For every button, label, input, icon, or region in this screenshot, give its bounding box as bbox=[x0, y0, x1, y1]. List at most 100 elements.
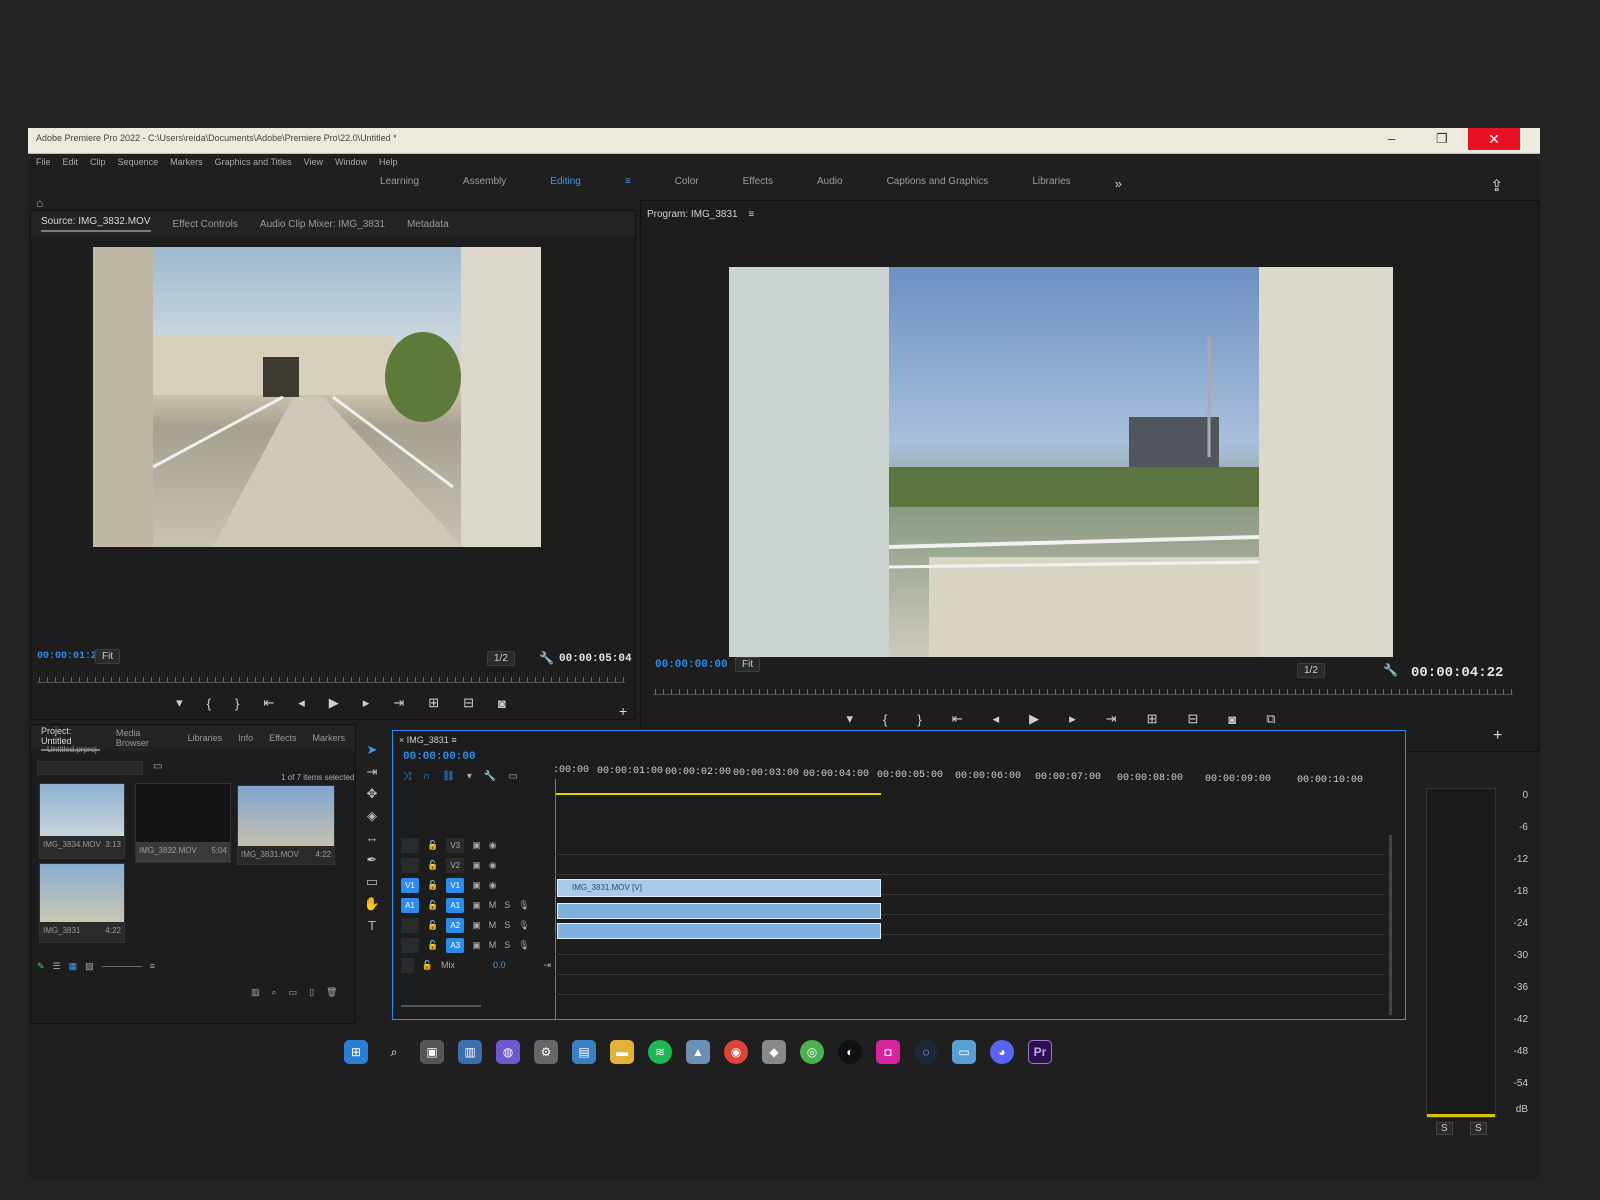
widgets-icon[interactable]: ▥ bbox=[458, 1040, 482, 1064]
mute-icon[interactable]: M bbox=[489, 920, 497, 930]
mic-icon[interactable]: 🎙 bbox=[518, 920, 529, 931]
project-item[interactable]: IMG_3834.MOV 3:13 bbox=[39, 783, 125, 859]
timeline-menu-icon[interactable]: ≡ bbox=[451, 735, 456, 745]
source-resolution-select[interactable]: 1/2 bbox=[487, 651, 515, 666]
workspace-overflow-icon[interactable]: » bbox=[1115, 176, 1122, 191]
mute-icon[interactable]: M bbox=[489, 940, 497, 950]
timeline-timecode[interactable]: 00:00:00:00 bbox=[403, 751, 476, 763]
chat-icon[interactable]: ◍ bbox=[496, 1040, 520, 1064]
trash-icon[interactable]: 🗑 bbox=[326, 987, 337, 998]
pen-tool-icon[interactable]: ✒ bbox=[362, 850, 382, 870]
chrome-icon[interactable]: ◉ bbox=[724, 1040, 748, 1064]
menu-sequence[interactable]: Sequence bbox=[118, 157, 159, 167]
work-area-bar[interactable] bbox=[555, 793, 881, 795]
track-target[interactable]: A2 bbox=[446, 917, 465, 933]
tab-audio-clip-mixer[interactable]: Audio Clip Mixer: IMG_3831 bbox=[260, 219, 385, 230]
project-item[interactable]: IMG_3831 4:22 bbox=[39, 863, 125, 943]
workspace-learning[interactable]: Learning bbox=[380, 176, 419, 191]
list-view-icon[interactable]: ☰ bbox=[53, 961, 61, 972]
freeform-view-icon[interactable]: ▨ bbox=[85, 961, 94, 972]
project-search-input[interactable] bbox=[37, 761, 143, 775]
compare-icon[interactable]: ⧉ bbox=[1266, 711, 1275, 727]
linked-selection-icon[interactable]: ⛓ bbox=[442, 771, 455, 782]
slip-tool-icon[interactable]: ↔ bbox=[362, 828, 382, 848]
zoom-slider[interactable] bbox=[101, 961, 142, 967]
tab-libraries[interactable]: Libraries bbox=[188, 733, 223, 743]
mark-out-icon[interactable]: } bbox=[917, 712, 921, 727]
hamburger-icon[interactable]: ≡ bbox=[625, 176, 631, 191]
lock-icon[interactable]: 🔓 bbox=[422, 960, 433, 971]
timeline-ruler[interactable]: :00:00 00:00:01:00 00:00:02:00 00:00:03:… bbox=[553, 765, 1383, 795]
track-target[interactable]: A3 bbox=[446, 937, 465, 953]
workspace-assembly[interactable]: Assembly bbox=[463, 176, 506, 191]
program-add-button[interactable]: + bbox=[1493, 727, 1502, 745]
goto-out-icon[interactable]: ⇥ bbox=[393, 695, 404, 711]
menu-graphics[interactable]: Graphics and Titles bbox=[215, 157, 292, 167]
step-back-icon[interactable]: ◂ bbox=[298, 695, 305, 711]
extract-icon[interactable]: ⊟ bbox=[1187, 711, 1198, 727]
step-back-icon[interactable]: ◂ bbox=[993, 711, 1000, 727]
solo-left-button[interactable]: S bbox=[1436, 1122, 1453, 1135]
workspace-captions[interactable]: Captions and Graphics bbox=[887, 176, 989, 191]
sync-icon[interactable]: ▣ bbox=[472, 940, 481, 951]
menu-file[interactable]: File bbox=[36, 157, 51, 167]
share-icon[interactable]: ⇪ bbox=[1490, 176, 1503, 196]
menu-clip[interactable]: Clip bbox=[90, 157, 106, 167]
source-fit-select[interactable]: Fit bbox=[95, 649, 121, 664]
source-patch[interactable]: V1 bbox=[401, 877, 419, 893]
program-timecode[interactable]: 00:00:00:00 bbox=[655, 659, 728, 671]
mark-in-icon[interactable]: { bbox=[883, 712, 887, 727]
track-target[interactable]: V3 bbox=[446, 837, 465, 853]
captions-icon[interactable]: ▭ bbox=[508, 771, 517, 782]
camera-icon[interactable]: ◙ bbox=[498, 696, 506, 711]
play-icon[interactable]: ▶ bbox=[329, 695, 339, 711]
workspace-color[interactable]: Color bbox=[675, 176, 699, 191]
marker-icon[interactable]: ▾ bbox=[846, 711, 853, 727]
tab-markers[interactable]: Markers bbox=[312, 733, 345, 743]
maximize-button[interactable]: ❐ bbox=[1436, 131, 1448, 147]
program-wrench-icon[interactable]: 🔧 bbox=[1383, 663, 1398, 677]
icon-view-icon[interactable]: ▦ bbox=[69, 961, 78, 972]
step-forward-icon[interactable]: ▸ bbox=[1069, 711, 1076, 727]
video-clip[interactable]: IMG_3831.MOV [V] bbox=[557, 879, 881, 897]
eye-icon[interactable]: ◉ bbox=[489, 880, 497, 891]
eye-icon[interactable]: ◉ bbox=[489, 840, 497, 851]
search-icon[interactable]: ⌕ bbox=[382, 1040, 406, 1064]
lock-icon[interactable]: 🔓 bbox=[427, 900, 438, 911]
explorer-icon[interactable]: ▬ bbox=[610, 1040, 634, 1064]
program-resolution-select[interactable]: 1/2 bbox=[1297, 663, 1325, 678]
discord-icon[interactable]: ◕ bbox=[990, 1040, 1014, 1064]
workspace-effects[interactable]: Effects bbox=[743, 176, 773, 191]
menu-view[interactable]: View bbox=[304, 157, 323, 167]
sync-icon[interactable]: ▣ bbox=[472, 900, 481, 911]
automate-icon[interactable]: ▥ bbox=[251, 987, 260, 998]
home-icon[interactable]: ⌂ bbox=[36, 196, 43, 210]
mic-icon[interactable]: 🎙 bbox=[518, 940, 529, 951]
timeline-settings-icon[interactable]: 🔧 bbox=[484, 771, 496, 782]
track-target[interactable]: A1 bbox=[446, 897, 465, 913]
tab-source[interactable]: Source: IMG_3832.MOV bbox=[41, 216, 151, 232]
notepad-icon[interactable]: ▤ bbox=[572, 1040, 596, 1064]
new-bin-icon[interactable]: ▭ bbox=[289, 987, 298, 998]
eye-icon[interactable]: ◉ bbox=[489, 860, 497, 871]
mark-in-icon[interactable]: { bbox=[207, 696, 211, 711]
razor-tool-icon[interactable]: ◈ bbox=[362, 806, 382, 826]
program-scrubber[interactable] bbox=[653, 685, 1513, 695]
steam-icon[interactable]: ◌ bbox=[914, 1040, 938, 1064]
rectangle-tool-icon[interactable]: ▭ bbox=[362, 872, 382, 892]
solo-icon[interactable]: S bbox=[504, 900, 510, 910]
menu-edit[interactable]: Edit bbox=[63, 157, 79, 167]
mix-value[interactable]: 0.0 bbox=[493, 960, 506, 970]
audio-clip[interactable] bbox=[557, 903, 881, 919]
sync-icon[interactable]: ▣ bbox=[472, 880, 481, 891]
play-icon[interactable]: ▶ bbox=[1029, 711, 1039, 727]
hand-tool-icon[interactable]: ✋ bbox=[362, 894, 382, 914]
photos-icon[interactable]: ▲ bbox=[686, 1040, 710, 1064]
sync-icon[interactable]: ▣ bbox=[472, 840, 481, 851]
sync-icon[interactable]: ▣ bbox=[472, 920, 481, 931]
audio-clip[interactable] bbox=[557, 923, 881, 939]
windows-icon[interactable]: ⊞ bbox=[344, 1040, 368, 1064]
source-wrench-icon[interactable]: 🔧 bbox=[539, 651, 554, 665]
overwrite-icon[interactable]: ⊟ bbox=[463, 695, 474, 711]
ripple-edit-tool-icon[interactable]: ✥ bbox=[362, 784, 382, 804]
